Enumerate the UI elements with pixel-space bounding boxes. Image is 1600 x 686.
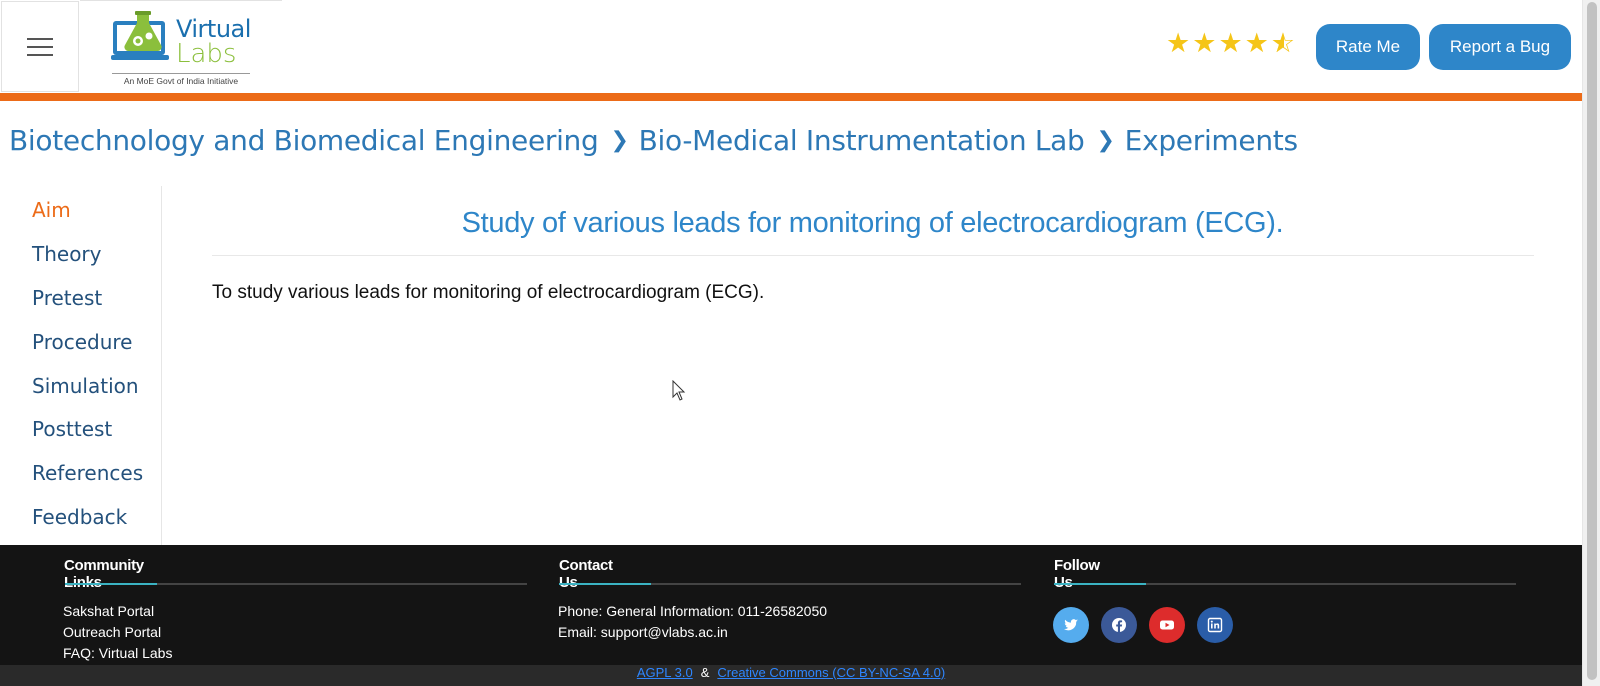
chevron-right-icon: ❯ (610, 128, 629, 153)
menu-icon (27, 37, 53, 56)
sidebar-item-theory[interactable]: Theory (32, 242, 102, 266)
logo-line-labs: Labs (176, 39, 237, 69)
half-star-icon: ☆☆★ (1270, 28, 1296, 59)
twitter-icon[interactable] (1053, 607, 1089, 643)
footer-divider (1054, 583, 1516, 585)
scrollbar-thumb[interactable] (1587, 2, 1597, 680)
footer-divider (559, 583, 1021, 585)
virtual-labs-logo[interactable]: Virtual Labs An MoE Govt of India Initia… (80, 0, 282, 93)
footer-link-outreach[interactable]: Outreach Portal (63, 624, 161, 640)
footer-link-faq[interactable]: FAQ: Virtual Labs (63, 645, 172, 661)
star-icon: ★ (1192, 28, 1217, 59)
aim-text: To study various leads for monitoring of… (212, 282, 765, 303)
sidebar-item-references[interactable]: References (32, 461, 143, 485)
breadcrumb: Biotechnology and Biomedical Engineering… (9, 124, 1298, 157)
footer-heading-community: Community Links (64, 557, 144, 591)
license-ampersand: & (700, 665, 710, 680)
breadcrumb-link-experiments[interactable]: Experiments (1125, 124, 1298, 157)
experiment-title: Study of various leads for monitoring of… (461, 207, 1284, 239)
footer-heading-contact: Contact Us (559, 557, 613, 591)
sidebar-item-posttest[interactable]: Posttest (32, 417, 112, 441)
license-link-cc[interactable]: Creative Commons (CC BY-NC-SA 4.0) (717, 665, 945, 680)
site-header: Virtual Labs An MoE Govt of India Initia… (0, 0, 1582, 93)
sidebar-item-simulation[interactable]: Simulation (32, 374, 139, 398)
chevron-right-icon: ❯ (1096, 128, 1115, 153)
lab-flask-logo-icon (111, 11, 169, 60)
facebook-icon[interactable] (1101, 607, 1137, 643)
footer-heading-follow: Follow Us (1054, 557, 1100, 591)
footer-phone: Phone: General Information: 011-26582050 (558, 603, 828, 619)
header-accent-bar (0, 93, 1582, 101)
logo-tagline: An MoE Govt of India Initiative (112, 73, 250, 86)
site-footer: Community Links Sakshat Portal Outreach … (0, 545, 1582, 686)
report-bug-button[interactable]: Report a Bug (1429, 24, 1571, 70)
linkedin-icon[interactable] (1197, 607, 1233, 643)
sidebar-item-pretest[interactable]: Pretest (32, 286, 102, 310)
footer-email[interactable]: Email: support@vlabs.ac.in (558, 624, 728, 640)
license-bar: AGPL 3.0 & Creative Commons (CC BY-NC-SA 4… (0, 665, 1582, 686)
page-scrollbar[interactable] (1582, 0, 1600, 686)
license-link-agpl[interactable]: AGPL 3.0 (637, 665, 693, 680)
footer-divider (65, 583, 527, 585)
star-icon: ★ (1218, 28, 1243, 59)
breadcrumb-link-lab[interactable]: Bio-Medical Instrumentation Lab (639, 124, 1085, 157)
star-icon: ★ (1166, 28, 1191, 59)
sidebar-item-procedure[interactable]: Procedure (32, 330, 133, 354)
rate-me-button[interactable]: Rate Me (1316, 24, 1420, 70)
sidebar-item-feedback[interactable]: Feedback (32, 505, 127, 529)
breadcrumb-link-discipline[interactable]: Biotechnology and Biomedical Engineering (9, 124, 599, 157)
footer-link-sakshat[interactable]: Sakshat Portal (63, 603, 154, 619)
hamburger-menu-button[interactable] (1, 1, 79, 92)
star-rating[interactable]: ★ ★ ★ ★ ☆☆★ (1166, 30, 1295, 58)
youtube-icon[interactable] (1149, 607, 1185, 643)
mouse-pointer-icon (672, 380, 686, 401)
star-icon: ★ (1244, 28, 1269, 59)
experiment-sidebar: Aim Theory Pretest Procedure Simulation … (0, 186, 162, 545)
title-divider (212, 255, 1534, 256)
sidebar-item-aim[interactable]: Aim (32, 198, 71, 222)
